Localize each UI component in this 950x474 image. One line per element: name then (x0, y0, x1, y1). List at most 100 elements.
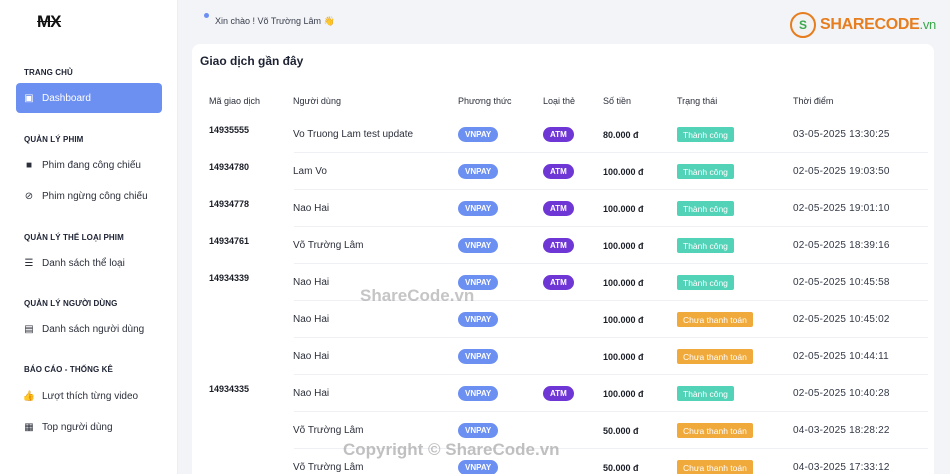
card-type-badge: ATM (543, 164, 574, 179)
sharecode-name: SHARECODE (820, 16, 920, 33)
amount: 50.000 đ (603, 463, 639, 473)
method-badge: VNPAY (458, 312, 499, 327)
sidebar-item-stopped-movies[interactable]: ⊘ Phim ngừng công chiếu (16, 181, 162, 211)
status-badge: Chưa thanh toán (677, 460, 753, 474)
amount: 100.000 đ (603, 278, 644, 288)
table-row[interactable]: 14934761 Võ Trường Lâm VNPAY ATM 100.000 đ Th… (200, 227, 928, 264)
column-header-card-type: Loại thẻ (543, 96, 576, 106)
user-name: Nao Hai (293, 277, 330, 288)
method-badge: VNPAY (458, 201, 499, 216)
table-row[interactable]: Nao Hai VNPAY 100.000 đ Chưa thanh toán 02-0… (200, 338, 928, 375)
ticket-icon: ▦ (24, 421, 34, 433)
sidebar: MX TRANG CHỦ ▣ Dashboard QUẢN LÝ PHIM ■ … (0, 0, 178, 474)
video-icon: ■ (25, 159, 33, 171)
sidebar-item-likes-per-video[interactable]: 👍 Lượt thích từng video (16, 381, 162, 411)
status-badge: Thành công (677, 275, 734, 290)
timestamp: 02-05-2025 10:45:58 (793, 277, 890, 288)
column-header-user: Người dùng (293, 96, 341, 106)
sharecode-suffix: .vn (919, 17, 937, 32)
column-header-id: Mã giao dịch (209, 96, 261, 106)
sharecode-logo: S SHARECODE.vn (790, 12, 936, 38)
status-badge: Thành công (677, 164, 734, 179)
user-name: Nao Hai (293, 203, 330, 214)
method-badge: VNPAY (458, 460, 499, 474)
timestamp: 04-03-2025 18:28:22 (793, 425, 890, 436)
amount: 100.000 đ (603, 315, 644, 325)
column-header-time: Thời điểm (793, 96, 834, 106)
transaction-id: 14934778 (209, 199, 250, 209)
recent-transactions-card: Giao dịch gần đây Mã giao dịch Người dùn… (192, 44, 934, 474)
section-title-genres: QUẢN LÝ THỂ LOẠI PHIM (24, 233, 124, 242)
method-badge: VNPAY (458, 349, 499, 364)
timestamp: 02-05-2025 19:03:50 (793, 166, 890, 177)
table-row[interactable]: 14934780 Lam Vo VNPAY ATM 100.000 đ Thành côn… (200, 153, 928, 190)
method-badge: VNPAY (458, 386, 499, 401)
amount: 80.000 đ (603, 130, 639, 140)
sidebar-item-label: Top người dùng (42, 421, 113, 433)
sidebar-item-label: Danh sách người dùng (42, 323, 145, 335)
user-card-icon: ▤ (24, 323, 34, 335)
transaction-id: 14934335 (209, 384, 250, 394)
sidebar-item-label: Lượt thích từng video (42, 390, 139, 402)
table-row[interactable]: 14934335 Nao Hai VNPAY ATM 100.000 đ Thành cô… (200, 375, 928, 412)
status-badge: Thành công (677, 201, 734, 216)
sidebar-item-top-users[interactable]: ▦ Top người dùng (16, 412, 162, 442)
column-header-method: Phương thức (458, 96, 512, 106)
watermark-center: ShareCode.vn (360, 286, 475, 305)
status-badge: Thành công (677, 127, 734, 142)
sharecode-badge-icon: S (790, 12, 816, 38)
method-badge: VNPAY (458, 423, 499, 438)
ban-icon: ⊘ (24, 190, 34, 202)
user-name: Nao Hai (293, 388, 330, 399)
amount: 100.000 đ (603, 204, 644, 214)
method-badge: VNPAY (458, 164, 499, 179)
user-name: Vo Truong Lam test update (293, 129, 414, 140)
table-row[interactable]: Võ Trường Lâm VNPAY 50.000 đ Chưa thanh toá… (200, 412, 928, 449)
user-name: Lam Vo (293, 166, 327, 177)
transaction-id: 14935555 (209, 125, 250, 135)
user-name: Võ Trường Lâm (293, 462, 364, 473)
status-badge: Thành công (677, 238, 734, 253)
timestamp: 02-05-2025 10:45:02 (793, 314, 890, 325)
watermark-footer: Copyright © ShareCode.vn (343, 440, 560, 459)
sidebar-item-genre-list[interactable]: ☰ Danh sách thể loại (16, 248, 162, 278)
greeting-dot (204, 13, 209, 18)
table-row[interactable]: 14935555 Vo Truong Lam test update VNPAY AT… (200, 116, 928, 153)
status-badge: Chưa thanh toán (677, 423, 753, 438)
table-row[interactable]: 14934778 Nao Hai VNPAY ATM 100.000 đ Thành cô… (200, 190, 928, 227)
section-title-users: QUẢN LÝ NGƯỜI DÙNG (24, 299, 118, 308)
list-icon: ☰ (24, 257, 34, 269)
thumbs-up-icon: 👍 (22, 390, 36, 402)
dashboard-icon: ▣ (24, 92, 34, 104)
card-type-badge: ATM (543, 238, 574, 253)
amount: 100.000 đ (603, 389, 644, 399)
sidebar-item-label: Dashboard (42, 92, 91, 104)
card-type-badge: ATM (543, 275, 574, 290)
timestamp: 02-05-2025 19:01:10 (793, 203, 890, 214)
timestamp: 02-05-2025 10:40:28 (793, 388, 890, 399)
sidebar-item-dashboard[interactable]: ▣ Dashboard (16, 83, 162, 113)
method-badge: VNPAY (458, 238, 499, 253)
sharecode-wordmark: SHARECODE.vn (820, 16, 936, 34)
column-header-amount: Số tiền (603, 96, 632, 106)
transaction-id: 14934761 (209, 236, 250, 246)
sidebar-item-label: Phim ngừng công chiếu (42, 190, 148, 202)
status-badge: Thành công (677, 386, 734, 401)
table-row[interactable]: Võ Trường Lâm VNPAY 50.000 đ Chưa thanh toá… (200, 449, 928, 474)
sidebar-item-user-list[interactable]: ▤ Danh sách người dùng (16, 314, 162, 344)
timestamp: 02-05-2025 10:44:11 (793, 351, 889, 362)
status-badge: Chưa thanh toán (677, 349, 753, 364)
status-badge: Chưa thanh toán (677, 312, 753, 327)
amount: 100.000 đ (603, 241, 644, 251)
table-row[interactable]: 14934339 Nao Hai VNPAY ATM 100.000 đ Thành cô… (200, 264, 928, 301)
amount: 100.000 đ (603, 352, 644, 362)
section-title-reports: BÁO CÁO - THỐNG KÊ (24, 365, 113, 374)
section-title-movies: QUẢN LÝ PHIM (24, 135, 84, 144)
user-name: Nao Hai (293, 314, 330, 325)
sidebar-item-showing-movies[interactable]: ■ Phim đang công chiếu (16, 150, 162, 180)
app-logo[interactable]: MX (37, 12, 61, 32)
card-type-badge: ATM (543, 127, 574, 142)
timestamp: 04-03-2025 17:33:12 (793, 462, 890, 473)
table-row[interactable]: Nao Hai VNPAY 100.000 đ Chưa thanh toán 02-0… (200, 301, 928, 338)
user-name: Nao Hai (293, 351, 330, 362)
